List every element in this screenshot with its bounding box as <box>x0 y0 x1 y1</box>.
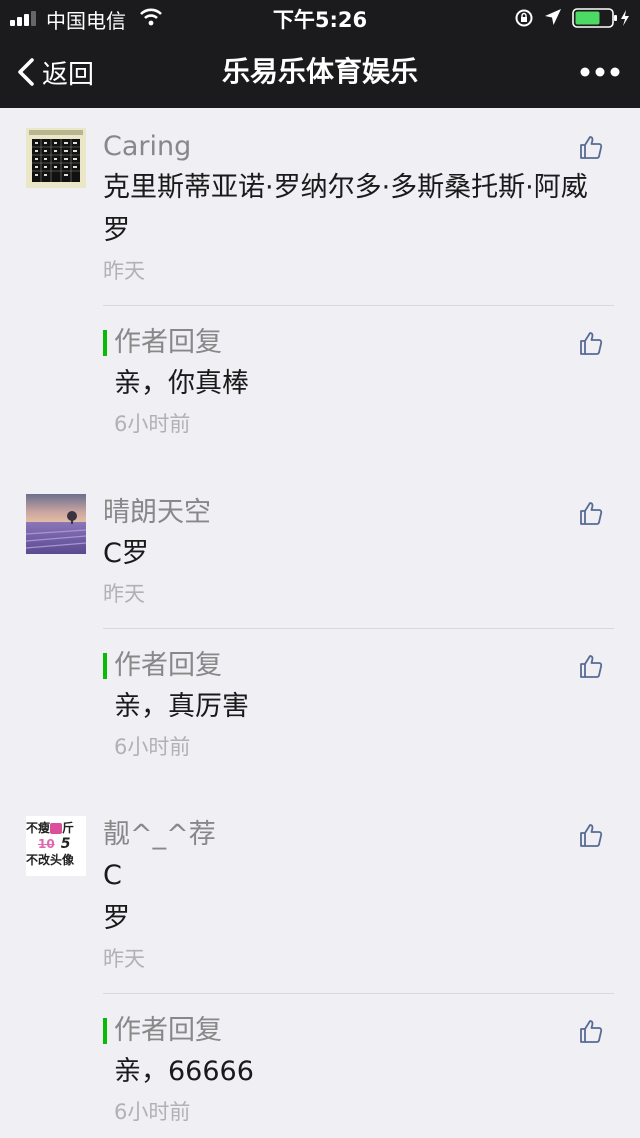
comment-date: 昨天 <box>103 582 145 606</box>
like-button[interactable] <box>578 822 604 848</box>
reply-like-button[interactable] <box>578 1018 604 1044</box>
author-reply: 作者回复 亲，66666 6小时前 <box>103 1012 573 1127</box>
reply-label: 作者回复 <box>114 1015 222 1046</box>
more-icon <box>580 67 620 77</box>
avatar-text-3: 不改头像 <box>26 853 75 867</box>
like-button[interactable] <box>578 134 604 160</box>
reply-label: 作者回复 <box>114 327 222 358</box>
reply-label: 作者回复 <box>114 650 222 681</box>
location-icon <box>545 9 561 25</box>
divider <box>103 628 614 629</box>
comment-text: C <box>103 860 122 891</box>
thumbs-up-icon <box>580 1020 603 1043</box>
reply-time: 6小时前 <box>114 412 191 436</box>
comment-nickname[interactable]: 靓^_^荐 <box>103 816 573 854</box>
text-avatar: 不瘦斤 10 5 不改头像 <box>26 816 86 876</box>
battery-icon <box>572 8 629 28</box>
reply-header: 作者回复 <box>103 1012 573 1050</box>
reply-text: 亲，真厉害 <box>114 691 249 722</box>
reply-header: 作者回复 <box>103 324 573 362</box>
top-bar: 中国电信 下午5:26 返回 乐易乐体育娱乐 <box>0 0 640 108</box>
comment-body: Caring 克里斯蒂亚诺·罗纳尔多·多斯桑托斯·阿威罗 昨天 <box>103 128 588 286</box>
thumbs-up-icon <box>580 136 603 159</box>
thumbs-up-icon <box>580 655 603 678</box>
comment-nickname[interactable]: Caring <box>103 128 573 166</box>
chevron-left-icon <box>18 58 34 86</box>
reply-text: 亲，你真棒 <box>114 368 249 399</box>
back-label: 返回 <box>42 59 95 90</box>
nav-bar: 返回 乐易乐体育娱乐 <box>0 36 640 108</box>
comment-item: 晴朗天空 C罗 昨天 作者回复 亲，真厉害 6小时前 <box>0 474 640 804</box>
divider <box>103 993 614 994</box>
comment-date: 昨天 <box>103 259 145 283</box>
comment-text-line2: 罗 <box>103 903 130 934</box>
reply-time: 6小时前 <box>114 1100 191 1124</box>
reply-text: 亲，66666 <box>114 1056 254 1087</box>
reply-header: 作者回复 <box>103 647 573 685</box>
reply-time: 6小时前 <box>114 735 191 759</box>
comment-item: Caring 克里斯蒂亚诺·罗纳尔多·多斯桑托斯·阿威罗 昨天 作者回复 亲，你… <box>0 108 640 468</box>
divider <box>103 305 614 306</box>
more-button[interactable] <box>580 62 620 82</box>
thumbs-up-icon <box>580 502 603 525</box>
comment-body: 晴朗天空 C罗 昨天 <box>103 494 573 609</box>
comment-text: C罗 <box>103 538 149 569</box>
lavender-field-avatar <box>26 494 86 554</box>
status-bar: 中国电信 下午5:26 <box>0 0 640 36</box>
reply-accent-bar <box>103 330 107 356</box>
comment-body: 靓^_^荐 C 罗 昨天 <box>103 816 573 974</box>
reply-accent-bar <box>103 1018 107 1044</box>
author-reply: 作者回复 亲，你真棒 6小时前 <box>103 324 573 439</box>
comment-date: 昨天 <box>103 947 145 971</box>
author-reply: 作者回复 亲，真厉害 6小时前 <box>103 647 573 762</box>
avatar[interactable]: 不瘦斤 10 5 不改头像 <box>26 816 86 876</box>
like-button[interactable] <box>578 500 604 526</box>
avatar-text-2a: 10 <box>38 837 55 851</box>
avatar-text-1a: 不瘦 <box>26 821 51 835</box>
avatar-text-2b: 5 <box>60 836 71 852</box>
back-button[interactable]: 返回 <box>16 36 94 108</box>
avatar[interactable] <box>26 128 86 188</box>
orientation-lock-icon <box>515 9 533 27</box>
reply-accent-bar <box>103 653 107 679</box>
comment-nickname[interactable]: 晴朗天空 <box>103 494 573 532</box>
page-title: 乐易乐体育娱乐 <box>221 55 418 88</box>
number-grid-avatar <box>26 128 86 188</box>
comment-text: 克里斯蒂亚诺·罗纳尔多·多斯桑托斯·阿威罗 <box>103 172 588 246</box>
avatar-text-1b: 斤 <box>62 821 75 835</box>
reply-like-button[interactable] <box>578 653 604 679</box>
avatar[interactable] <box>26 494 86 554</box>
reply-like-button[interactable] <box>578 330 604 356</box>
thumbs-up-icon <box>580 824 603 847</box>
comment-item: 不瘦斤 10 5 不改头像 靓^_^荐 C 罗 昨天 作者回复 亲，66666 6… <box>0 796 640 1138</box>
thumbs-up-icon <box>580 332 603 355</box>
